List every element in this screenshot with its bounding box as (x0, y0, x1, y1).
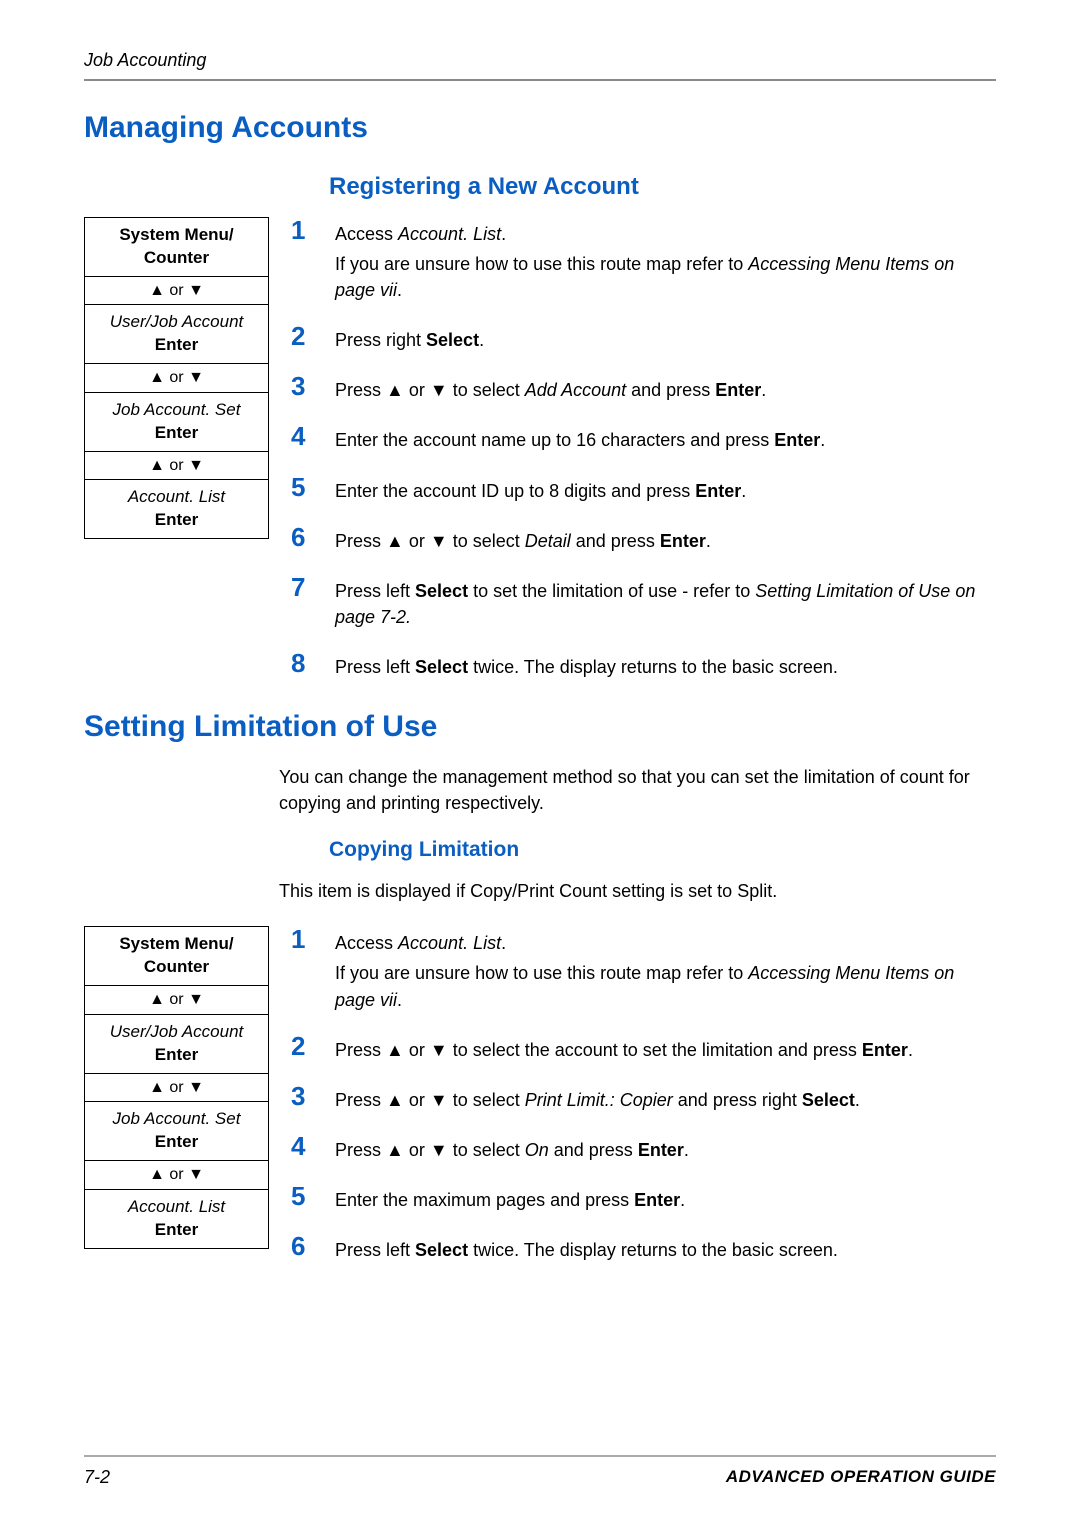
step-text: Press right Select. (335, 323, 996, 357)
menu-nav-arrows: or (85, 1074, 268, 1103)
step-2: 2 Press or to select the account to set … (291, 1033, 996, 1067)
step-1: 1 Access Account. List. If you are unsur… (291, 217, 996, 307)
triangle-up-icon (149, 1166, 165, 1183)
triangle-up-icon (386, 1140, 404, 1160)
route-map-box: System Menu/ Counter or User/Job Account… (84, 217, 269, 539)
step-8: 8 Press left Select twice. The display r… (291, 650, 996, 684)
step-4: 4 Enter the account name up to 16 charac… (291, 423, 996, 457)
triangle-up-icon (386, 1040, 404, 1060)
step-6: 6 Press or to select Detail and press En… (291, 524, 996, 558)
triangle-up-icon (149, 1079, 165, 1096)
step-number: 2 (291, 1033, 335, 1059)
page-number: 7-2 (84, 1467, 110, 1488)
header-divider (84, 79, 996, 81)
triangle-down-icon (188, 369, 204, 386)
menu-nav-arrows: or (85, 986, 268, 1015)
step-4: 4 Press or to select On and press Enter. (291, 1133, 996, 1167)
triangle-down-icon (188, 457, 204, 474)
step-text: Press or to select Print Limit.: Copier … (335, 1083, 996, 1117)
triangle-down-icon (430, 531, 448, 551)
triangle-down-icon (430, 1140, 448, 1160)
step-5: 5 Enter the maximum pages and press Ente… (291, 1183, 996, 1217)
heading-copying-limitation: Copying Limitation (329, 838, 996, 862)
page-header: Job Accounting (84, 50, 996, 79)
step-text: Press or to select Detail and press Ente… (335, 524, 996, 558)
step-text: Press or to select Add Account and press… (335, 373, 996, 407)
triangle-down-icon (430, 1040, 448, 1060)
step-number: 4 (291, 1133, 335, 1159)
triangle-up-icon (386, 531, 404, 551)
step-text: Press or to select the account to set th… (335, 1033, 996, 1067)
menu-nav-arrows: or (85, 452, 268, 481)
triangle-down-icon (188, 282, 204, 299)
triangle-down-icon (430, 1090, 448, 1110)
step-3: 3 Press or to select Add Account and pre… (291, 373, 996, 407)
breadcrumb: Job Accounting (84, 50, 206, 70)
triangle-up-icon (149, 369, 165, 386)
step-number: 2 (291, 323, 335, 349)
step-1: 1 Access Account. List. If you are unsur… (291, 926, 996, 1016)
menu-nav-arrows: or (85, 277, 268, 306)
triangle-up-icon (386, 1090, 404, 1110)
step-number: 4 (291, 423, 335, 449)
menu-system-counter: System Menu/ Counter (85, 218, 268, 277)
step-7: 7 Press left Select to set the limitatio… (291, 574, 996, 634)
menu-nav-arrows: or (85, 364, 268, 393)
menu-job-account-set: Job Account. Set Enter (85, 1102, 268, 1161)
steps-list-registering: 1 Access Account. List. If you are unsur… (291, 217, 996, 684)
page-footer: 7-2 ADVANCED OPERATION GUIDE (84, 1455, 996, 1488)
triangle-down-icon (430, 380, 448, 400)
step-text: Press left Select twice. The display ret… (335, 650, 996, 684)
step-text: Enter the maximum pages and press Enter. (335, 1183, 996, 1217)
steps-list-copying: 1 Access Account. List. If you are unsur… (291, 926, 996, 1267)
step-number: 3 (291, 373, 335, 399)
triangle-down-icon (188, 991, 204, 1008)
triangle-down-icon (188, 1166, 204, 1183)
menu-user-job-account: User/Job Account Enter (85, 305, 268, 364)
triangle-up-icon (149, 991, 165, 1008)
triangle-up-icon (149, 457, 165, 474)
heading-managing-accounts: Managing Accounts (84, 111, 996, 145)
step-text: Access Account. List. If you are unsure … (335, 926, 996, 1016)
step-number: 1 (291, 926, 335, 952)
step-number: 8 (291, 650, 335, 676)
step-number: 1 (291, 217, 335, 243)
step-text: Press left Select twice. The display ret… (335, 1233, 996, 1267)
triangle-down-icon (188, 1079, 204, 1096)
step-6: 6 Press left Select twice. The display r… (291, 1233, 996, 1267)
step-number: 5 (291, 1183, 335, 1209)
heading-registering-account: Registering a New Account (329, 173, 996, 201)
menu-nav-arrows: or (85, 1161, 268, 1190)
triangle-up-icon (149, 282, 165, 299)
step-number: 5 (291, 474, 335, 500)
step-number: 7 (291, 574, 335, 600)
copying-intro-paragraph: This item is displayed if Copy/Print Cou… (279, 878, 996, 904)
menu-job-account-set: Job Account. Set Enter (85, 393, 268, 452)
step-text: Enter the account name up to 16 characte… (335, 423, 996, 457)
document-page: Job Accounting Managing Accounts Registe… (0, 0, 1080, 1528)
menu-account-list: Account. List Enter (85, 1190, 268, 1248)
menu-user-job-account: User/Job Account Enter (85, 1015, 268, 1074)
step-number: 6 (291, 1233, 335, 1259)
setting-intro-paragraph: You can change the management method so … (279, 764, 996, 816)
step-3: 3 Press or to select Print Limit.: Copie… (291, 1083, 996, 1117)
menu-account-list: Account. List Enter (85, 480, 268, 538)
heading-setting-limitation: Setting Limitation of Use (84, 710, 996, 744)
guide-title: ADVANCED OPERATION GUIDE (726, 1467, 996, 1488)
step-number: 3 (291, 1083, 335, 1109)
step-text: Press left Select to set the limitation … (335, 574, 996, 634)
step-text: Press or to select On and press Enter. (335, 1133, 996, 1167)
step-text: Access Account. List. If you are unsure … (335, 217, 996, 307)
step-text: Enter the account ID up to 8 digits and … (335, 474, 996, 508)
step-5: 5 Enter the account ID up to 8 digits an… (291, 474, 996, 508)
menu-system-counter: System Menu/ Counter (85, 927, 268, 986)
step-2: 2 Press right Select. (291, 323, 996, 357)
route-map-box: System Menu/ Counter or User/Job Account… (84, 926, 269, 1248)
triangle-up-icon (386, 380, 404, 400)
step-number: 6 (291, 524, 335, 550)
